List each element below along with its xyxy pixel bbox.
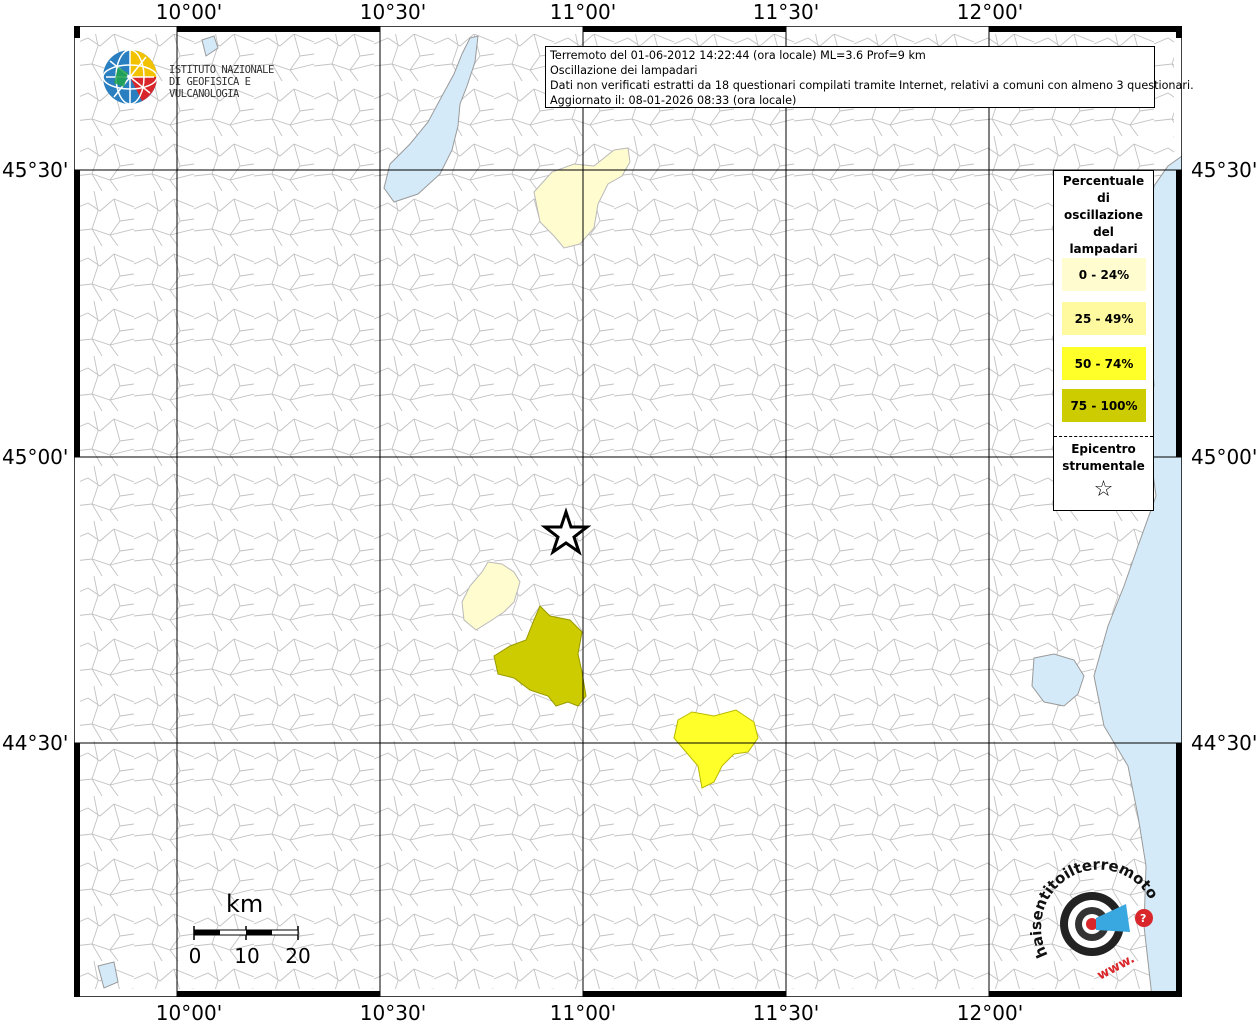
- lon-label-top-1: 10°00': [155, 0, 223, 24]
- lat-label-right-3: 44°30': [1191, 731, 1256, 755]
- ingv-logo: ISTITUTO NAZIONALE DI GEOFISICA E VULCAN…: [100, 47, 320, 107]
- lon-label-bottom-4: 11°30': [752, 1001, 820, 1025]
- legend-class-50-74: 50 - 74%: [1062, 347, 1146, 380]
- lon-label-bottom-5: 12°00': [956, 1001, 1024, 1025]
- lon-label-bottom-1: 10°00': [155, 1001, 223, 1025]
- logo-line-1: ISTITUTO NAZIONALE: [169, 64, 274, 76]
- scale-tick-20: 20: [285, 944, 311, 968]
- legend-epicenter-line-1: Epicentro: [1071, 442, 1136, 456]
- lon-label-bottom-3: 11°00': [549, 1001, 617, 1025]
- legend-title-line-3: oscillazione: [1064, 208, 1143, 222]
- legend-title-line-5: lampadari: [1069, 242, 1138, 256]
- legend-star-icon: ☆: [1093, 477, 1114, 502]
- legend-class-0-24: 0 - 24%: [1062, 258, 1146, 291]
- scale-tick-10: 10: [234, 944, 260, 968]
- lat-label-left-1: 45°30': [2, 158, 69, 182]
- legend-separator: [1054, 436, 1153, 437]
- legend-title-line-1: Percentuale: [1062, 174, 1145, 188]
- haisentito-logo: ? haisentitoilterremoto.it www.: [1026, 846, 1170, 990]
- lon-label-top-3: 11°00': [549, 0, 617, 24]
- lat-label-left-3: 44°30': [2, 731, 69, 755]
- ingv-globe-icon: [102, 49, 158, 105]
- municipal-borders: [80, 34, 1174, 989]
- legend: Percentuale di oscillazione del lampadar…: [1053, 170, 1154, 511]
- svg-text:?: ?: [1140, 912, 1146, 925]
- event-title: Terremoto del 01-06-2012 14:22:44 (ora l…: [550, 49, 926, 62]
- legend-title-line-2: di: [1097, 191, 1110, 205]
- lat-label-right-2: 45°00': [1191, 445, 1256, 469]
- logo-line-2: DI GEOFISICA E VULCANOLOGIA: [169, 76, 251, 100]
- brand-www: www.: [1095, 951, 1137, 983]
- lon-label-bottom-2: 10°30': [359, 1001, 427, 1025]
- legend-title: Percentuale di oscillazione del lampadar…: [1054, 171, 1153, 258]
- legend-epicenter-line-2: strumentale: [1062, 459, 1145, 473]
- update-time: Aggiornato il: 08-01-2026 08:33 (ora loc…: [550, 94, 797, 107]
- lon-label-top-5: 12°00': [956, 0, 1024, 24]
- lat-label-right-1: 45°30': [1191, 158, 1256, 182]
- scale-tick-0: 0: [188, 944, 202, 968]
- legend-epicenter-label: Epicentro strumentale: [1054, 441, 1153, 475]
- legend-class-75-100: 75 - 100%: [1062, 389, 1146, 422]
- lon-label-top-4: 11°30': [752, 0, 820, 24]
- lon-label-top-2: 10°30': [359, 0, 427, 24]
- legend-title-line-4: del: [1093, 225, 1114, 239]
- legend-class-25-49: 25 - 49%: [1062, 302, 1146, 335]
- scale-bar: km 0 10 20: [188, 890, 320, 970]
- data-note: Dati non verificati estratti da 18 quest…: [550, 79, 1194, 92]
- map[interactable]: [74, 26, 1182, 997]
- scale-unit: km: [226, 890, 264, 918]
- lat-label-left-2: 45°00': [2, 445, 69, 469]
- event-info-box: Terremoto del 01-06-2012 14:22:44 (ora l…: [545, 46, 1194, 108]
- map-subject: Oscillazione dei lampadari: [550, 64, 698, 77]
